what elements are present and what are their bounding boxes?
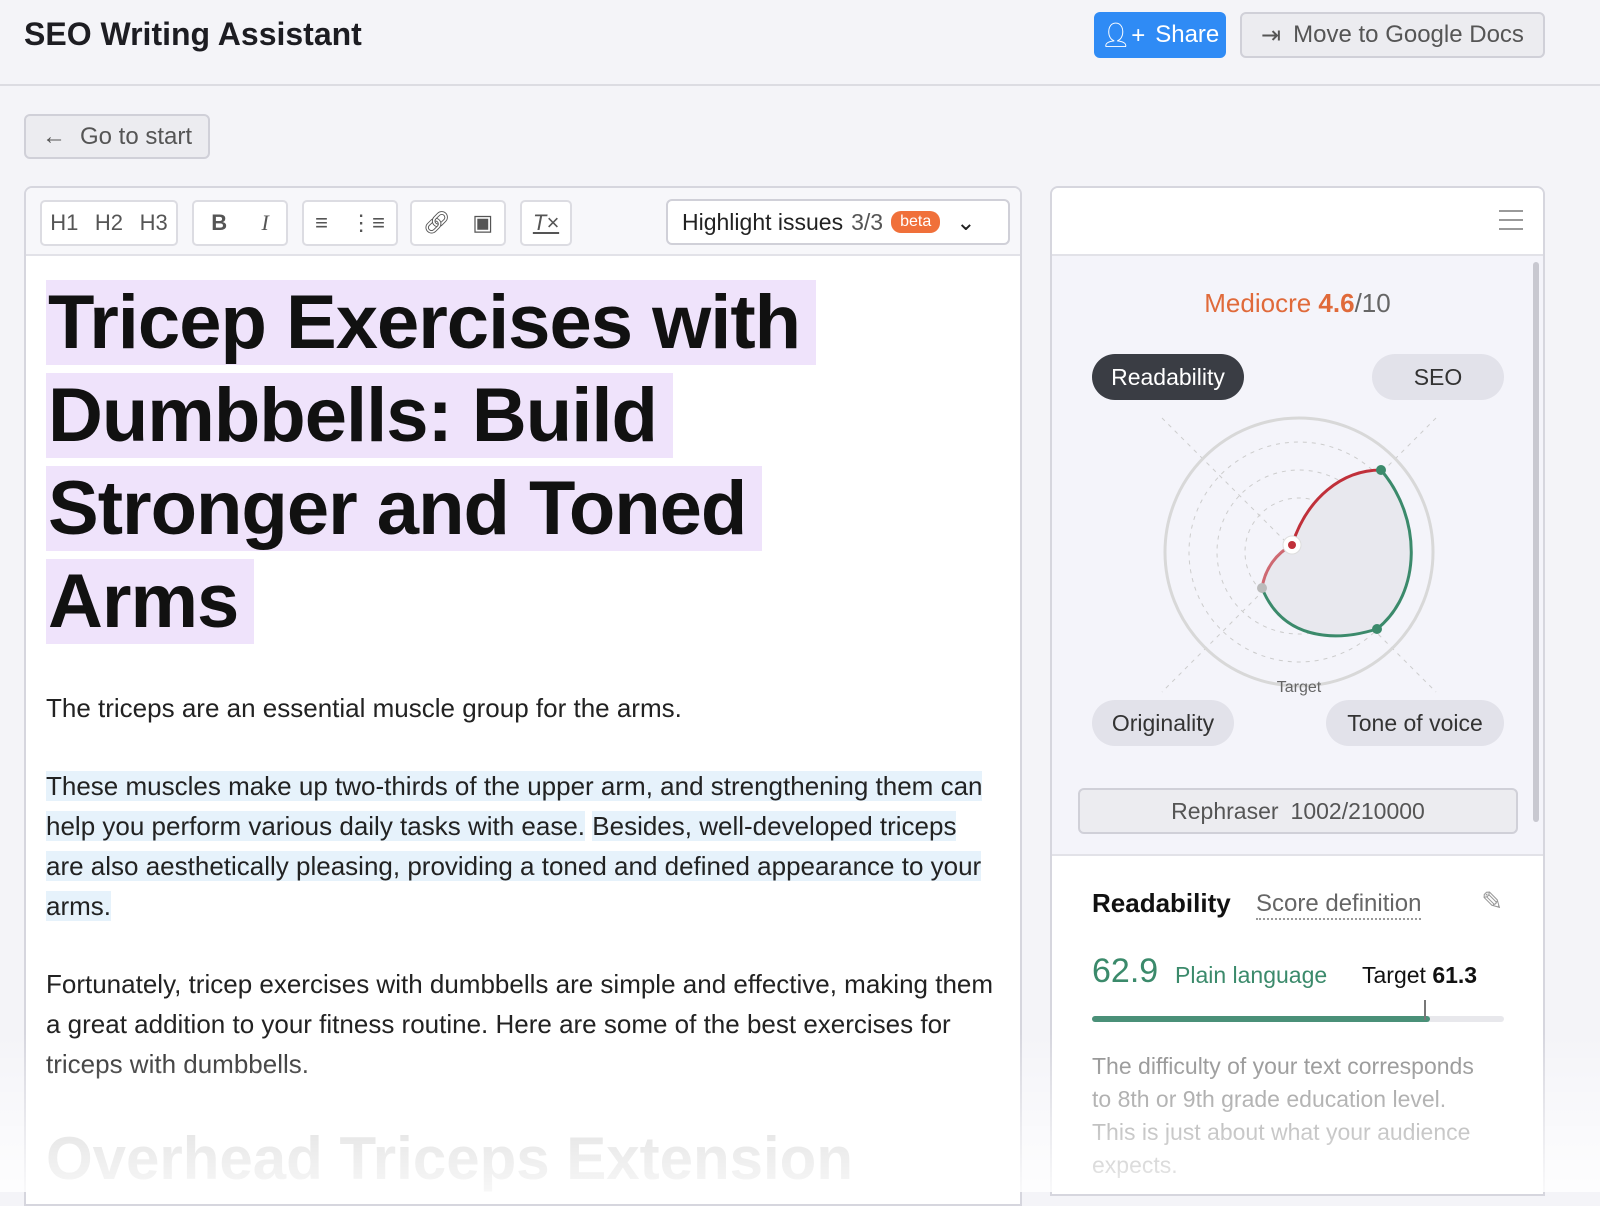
radar-point (1372, 624, 1382, 634)
readability-target: Target 61.3 (1362, 962, 1478, 988)
highlight-count: 3/3 (851, 208, 884, 235)
tab-seo[interactable]: SEO (1372, 354, 1504, 400)
bold-button[interactable]: B (211, 210, 227, 236)
readability-progress-bar (1092, 1000, 1504, 1022)
rephraser-count: 1002/210000 (1290, 797, 1425, 824)
add-user-icon: 👤︎+ (1100, 21, 1146, 49)
score-rating: Mediocre (1204, 288, 1312, 318)
format-group: B I (192, 200, 288, 246)
document-content[interactable]: Tricep Exercises with Dumbbells: Build S… (26, 256, 1020, 1193)
radar-target-label: Target (1277, 679, 1322, 696)
italic-button[interactable]: I (261, 210, 268, 236)
go-to-start-button[interactable]: ← Go to start (24, 114, 210, 159)
clear-format-icon[interactable]: T× (533, 210, 559, 236)
radar-point (1376, 465, 1386, 475)
readability-title: Readability (1092, 888, 1231, 918)
document-title: Tricep Exercises with Dumbbells: Build S… (46, 276, 846, 648)
list-group: ≡ ⋮≡ (302, 200, 398, 246)
app-header: SEO Writing Assistant 👤︎+ Share ⇥ Move to … (0, 0, 1600, 86)
readability-level: Plain language (1175, 962, 1328, 988)
heading-group: H1 H2 H3 (40, 200, 178, 246)
pencil-icon[interactable]: ✎ (1481, 886, 1503, 917)
readability-score: 62.9 (1092, 952, 1159, 990)
overall-score: Mediocre 4.6/10 (1052, 288, 1543, 319)
editor[interactable]: H1 H2 H3 B I ≡ ⋮≡ 🔗︎ ▣ T× Highlight issu… (24, 186, 1022, 1206)
beta-badge: beta (891, 211, 941, 233)
h1-button[interactable]: H1 (50, 210, 78, 236)
tab-originality[interactable]: Originality (1092, 700, 1234, 746)
share-button[interactable]: 👤︎+ Share (1094, 12, 1226, 58)
move-to-google-docs-button[interactable]: ⇥ Move to Google Docs (1240, 12, 1545, 58)
gdocs-label: Move to Google Docs (1293, 21, 1524, 48)
panel-scrollbar[interactable] (1533, 262, 1539, 822)
readability-progress-fill (1092, 1016, 1430, 1022)
share-label: Share (1155, 21, 1220, 48)
app-title: SEO Writing Assistant (24, 16, 362, 52)
hamburger-menu-icon[interactable] (1499, 210, 1523, 237)
image-icon[interactable]: ▣ (472, 210, 493, 236)
bullet-list-icon[interactable]: ⋮≡ (350, 210, 385, 236)
panel-top-bar (1052, 188, 1543, 256)
radar-chart: Target (1161, 416, 1437, 696)
h2-button[interactable]: H2 (95, 210, 123, 236)
score-value: 4.6 (1318, 288, 1355, 318)
insert-group: 🔗︎ ▣ (410, 200, 506, 246)
h3-button[interactable]: H3 (140, 210, 168, 236)
go-to-start-label: Go to start (79, 122, 193, 150)
link-icon[interactable]: 🔗︎ (423, 210, 451, 236)
rephraser-button[interactable]: Rephraser 1002/210000 (1078, 788, 1518, 834)
rephraser-label: Rephraser (1171, 797, 1279, 824)
target-marker (1423, 1000, 1426, 1020)
readability-section: Readability Score definition ✎ 62.9 Plai… (1052, 854, 1543, 1194)
assistant-panel: Mediocre 4.6/10 Readability SEO Original… (1050, 186, 1545, 1196)
radar-point (1257, 583, 1267, 593)
ordered-list-icon[interactable]: ≡ (315, 210, 328, 236)
tab-readability[interactable]: Readability (1092, 354, 1244, 400)
arrow-left-icon: ← (41, 122, 66, 150)
highlighted-paragraph: These muscles make up two-thirds of the … (46, 766, 1000, 926)
highlight-label: Highlight issues (682, 208, 844, 235)
clear-format-group: T× (520, 200, 572, 246)
section-heading: Overhead Triceps Extension (46, 1125, 853, 1192)
score-max: /10 (1354, 288, 1391, 318)
editor-toolbar: H1 H2 H3 B I ≡ ⋮≡ 🔗︎ ▣ T× Highlight issu… (26, 188, 1020, 256)
highlight-issues-dropdown[interactable]: Highlight issues 3/3 beta ⌄ (666, 199, 1010, 245)
score-definition-link[interactable]: Score definition (1256, 890, 1422, 920)
radar-area (1262, 470, 1412, 636)
tab-tone-of-voice[interactable]: Tone of voice (1326, 700, 1504, 746)
export-icon: ⇥ (1261, 21, 1282, 49)
paragraph: The triceps are an essential muscle grou… (46, 693, 682, 723)
paragraph: Fortunately, tricep exercises with dumbb… (46, 969, 994, 1079)
chevron-down-icon: ⌄ (956, 208, 976, 235)
readability-description: The difficulty of your text corresponds … (1092, 1053, 1474, 1178)
